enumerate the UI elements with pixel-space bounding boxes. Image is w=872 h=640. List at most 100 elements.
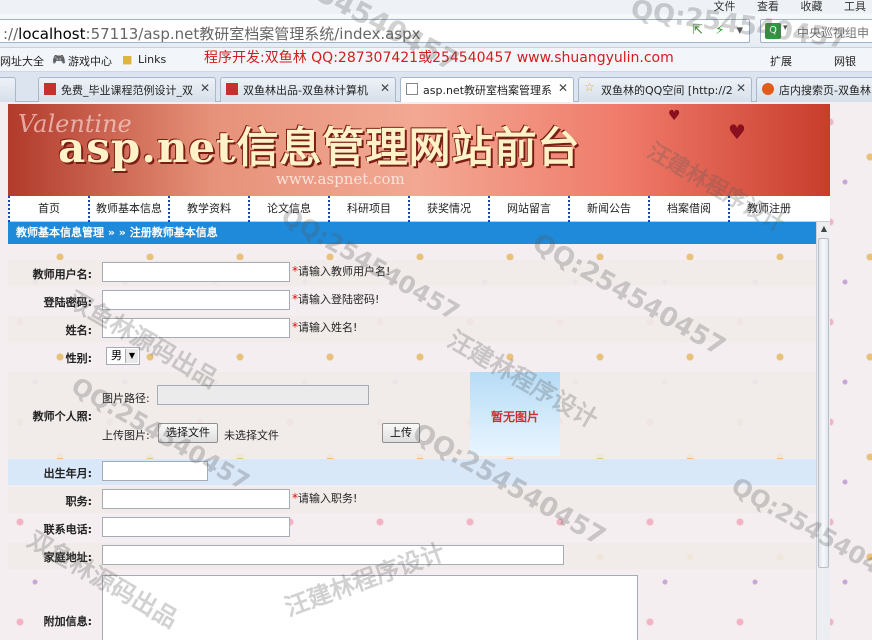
phone-label: 联系电话: (43, 523, 92, 536)
row-username: 教师用户名: *请输入教师用户名! (8, 260, 816, 286)
tab-qq-space[interactable]: ☆ 双鱼林的QQ空间 [http://2 ✕ (578, 77, 752, 102)
url-path: :57113/asp.net教研室档案管理系统/index.aspx (85, 25, 421, 43)
extra-textarea[interactable] (102, 575, 638, 640)
username-input[interactable] (102, 262, 290, 282)
folder-icon: ■ (122, 53, 133, 66)
main-nav: 首页 教师基本信息 教学资料 论文信息 科研项目 获奖情况 网站留言 新闻公告 … (8, 196, 830, 222)
fav-links[interactable]: Links (138, 53, 166, 66)
tab-free-course[interactable]: 免费_毕业课程范例设计_双 ✕ (38, 77, 216, 102)
search-box[interactable]: Q ▾ 中央巡视组申 (760, 19, 872, 43)
close-icon[interactable]: ✕ (200, 81, 210, 95)
row-birthday: 出生年月: (8, 459, 816, 485)
fav-game-center[interactable]: 游戏中心 (68, 53, 112, 69)
tab-shuangyulin[interactable]: 双鱼林出品-双鱼林计算机 ✕ (220, 77, 396, 102)
address-input[interactable] (102, 545, 564, 565)
heart-icon: ♥ (728, 120, 746, 144)
hint-text: 请输入教师用户名! (298, 265, 391, 278)
scroll-up-icon[interactable]: ▲ (817, 222, 831, 236)
site-title: asp.net信息管理网站前台 (58, 123, 581, 172)
site-banner: Valentine ♥ ♥ asp.net信息管理网站前台 www.aspnet… (8, 104, 830, 196)
tab-partial[interactable]: ᗒ (0, 77, 16, 102)
menu-view[interactable]: 查看 (757, 0, 779, 13)
row-position: 职务: *请输入职务! (8, 487, 816, 513)
tab-label: 店内搜索页-双鱼林 (779, 84, 871, 97)
gender-select[interactable]: 男 ▼ (106, 347, 140, 365)
menu-file[interactable]: 文件 (714, 0, 736, 13)
row-password: 登陆密码: *请输入登陆密码! (8, 288, 816, 314)
scrollbar[interactable]: ▲ (816, 222, 830, 640)
nav-research[interactable]: 科研项目 (328, 196, 408, 222)
url-prefix: :// (3, 25, 19, 43)
name-label: 姓名: (65, 324, 92, 337)
share-icon[interactable]: ⇱ (692, 23, 703, 38)
search-icon[interactable]: Q (765, 23, 781, 39)
username-hint: *请输入教师用户名! (292, 263, 390, 279)
photo-label: 教师个人照: (32, 410, 92, 423)
choose-file-button[interactable]: 选择文件 (158, 423, 218, 443)
password-label: 登陆密码: (43, 296, 92, 309)
phone-input[interactable] (102, 517, 290, 537)
tab-label: 双鱼林出品-双鱼林计算机 (243, 84, 368, 97)
row-address: 家庭地址: (8, 543, 816, 569)
hint-text: 请输入登陆密码! (298, 293, 380, 306)
row-name: 姓名: *请输入姓名! (8, 316, 816, 342)
row-phone: 联系电话: (8, 515, 816, 541)
nav-awards[interactable]: 获奖情况 (408, 196, 488, 222)
gender-value: 男 (111, 349, 122, 362)
hint-text: 请输入职务! (298, 492, 358, 505)
nav-news[interactable]: 新闻公告 (568, 196, 648, 222)
password-input[interactable] (102, 290, 290, 310)
star-icon: ☆ (584, 80, 595, 94)
promo-text: 程序开发:双鱼林 QQ:287307421或254540457 www.shua… (204, 50, 674, 66)
scroll-thumb[interactable] (818, 238, 829, 568)
url-field[interactable]: ://localhost:57113/asp.net教研室档案管理系统/inde… (0, 19, 750, 43)
browser-top-menu: 文件 查看 收藏 工具 (696, 0, 867, 14)
banner-url: www.aspnet.com (276, 170, 405, 188)
fav-url-nav[interactable]: 网址大全 (0, 53, 44, 69)
nav-papers[interactable]: 论文信息 (248, 196, 328, 222)
nav-teacher-register[interactable]: 教师注册 (728, 196, 808, 222)
row-extra: 附加信息: (8, 571, 816, 640)
upload-button[interactable]: 上传 (382, 423, 420, 443)
nav-messages[interactable]: 网站留言 (488, 196, 568, 222)
site-icon (44, 83, 56, 95)
address-bar: ://localhost:57113/asp.net教研室档案管理系统/inde… (0, 14, 872, 48)
nav-teacher-info[interactable]: 教师基本信息 (88, 196, 168, 222)
close-icon[interactable]: ✕ (736, 81, 746, 95)
chevron-down-icon[interactable]: ▾ (736, 23, 743, 38)
browser-menu-strip: 文件 查看 收藏 工具 (0, 0, 872, 14)
tab-current[interactable]: asp.net教研室档案管理系 ✕ (400, 77, 574, 102)
position-label: 职务: (65, 495, 92, 508)
url-actions: ⇱ ⚡ ▾ (684, 23, 743, 38)
photo-placeholder: 暂无图片 (490, 410, 539, 424)
site-icon (226, 83, 238, 95)
nav-teaching-material[interactable]: 教学资料 (168, 196, 248, 222)
gamepad-icon[interactable]: 🎮 (52, 53, 66, 66)
search-input[interactable]: 中央巡视组申 (797, 24, 869, 41)
lightning-icon[interactable]: ⚡ (715, 23, 724, 38)
page-icon (406, 83, 418, 95)
position-input[interactable] (102, 489, 290, 509)
nav-archive-borrow[interactable]: 档案借阅 (648, 196, 728, 222)
close-icon[interactable]: ✕ (558, 81, 568, 95)
birthday-input[interactable] (102, 461, 208, 481)
search-dropdown-icon[interactable]: ▾ (783, 23, 788, 33)
fav-bank[interactable]: 网银 (834, 53, 856, 69)
row-photo: 教师个人照: 图片路径: 上传图片: 选择文件 未选择文件 上传 暂无图片 (8, 372, 816, 458)
menu-tools[interactable]: 工具 (844, 0, 866, 13)
url-text: ://localhost:57113/asp.net教研室档案管理系统/inde… (3, 23, 421, 44)
tab-label: 双鱼林的QQ空间 [http://2 (601, 84, 733, 97)
chevron-down-icon[interactable]: ▼ (125, 349, 138, 363)
breadcrumb: 教师基本信息管理 » » 注册教师基本信息 (8, 222, 830, 244)
tab-label: asp.net教研室档案管理系 (423, 84, 553, 97)
close-icon[interactable]: ✕ (380, 81, 390, 95)
fav-extensions[interactable]: 扩展 (770, 53, 792, 69)
nav-home[interactable]: 首页 (8, 196, 88, 222)
password-hint: *请输入登陆密码! (292, 291, 379, 307)
tab-shop[interactable]: 店内搜索页-双鱼林 (756, 77, 872, 102)
name-input[interactable] (102, 318, 290, 338)
photo-path-label: 图片路径: (102, 392, 150, 405)
gender-label: 性别: (65, 352, 92, 365)
hint-text: 请输入姓名! (298, 321, 358, 334)
menu-favorites[interactable]: 收藏 (801, 0, 823, 13)
